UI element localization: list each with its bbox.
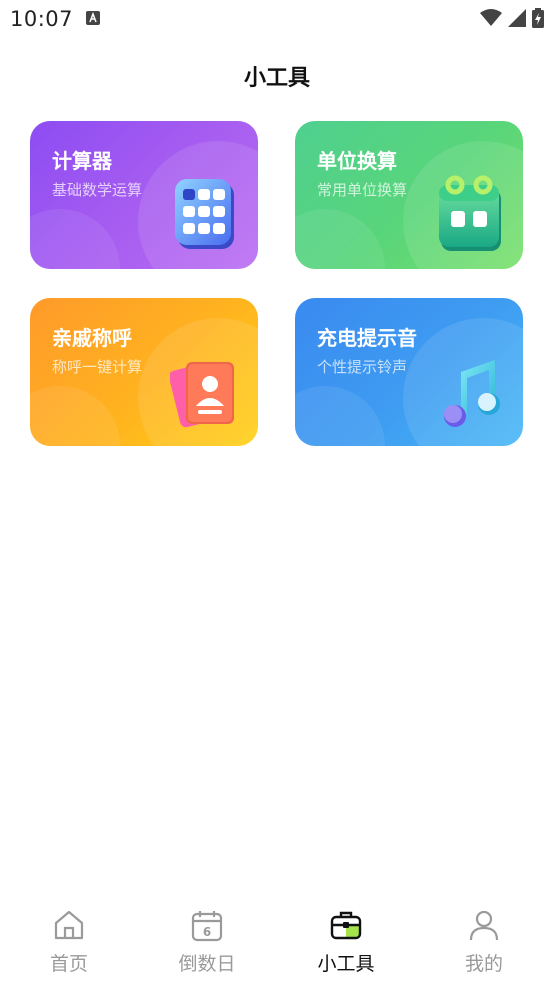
card-decoration [295,209,385,269]
tab-label: 我的 [464,953,503,975]
toolbox-icon [329,908,363,942]
contact-card-icon [168,352,242,432]
notification-a-icon [86,11,100,25]
calendar-icon-day: 6 [203,925,211,939]
tool-card-charging-sound[interactable]: 充电提示音 个性提示铃声 [295,298,523,446]
calendar-icon [435,175,507,255]
tool-card-title: 计算器 [52,149,112,173]
status-icons [480,8,544,32]
tab-countdown[interactable]: 6 倒数日 [138,900,276,986]
tab-label: 倒数日 [178,953,236,975]
calendar-6-icon: 6 [190,908,224,942]
tab-mine[interactable]: 我的 [415,900,553,986]
card-decoration [295,386,385,446]
battery-charging-icon [532,8,544,32]
tool-card-subtitle: 称呼一键计算 [52,358,143,376]
music-note-icon [435,352,507,432]
tab-tools[interactable]: 小工具 [277,900,415,986]
home-icon [52,908,86,942]
tab-label: 首页 [49,953,88,975]
user-icon [467,908,501,942]
signal-icon [508,9,526,31]
tool-card-subtitle: 基础数学运算 [52,181,143,199]
bottom-tab-bar: 首页 6 倒数日 小工具 我的 [0,900,554,986]
card-decoration [30,386,120,446]
tool-card-unit-conversion[interactable]: 单位换算 常用单位换算 [295,121,523,269]
status-time: 10:07 [10,7,74,31]
tool-card-title: 亲戚称呼 [52,326,132,350]
tool-card-calculator[interactable]: 计算器 基础数学运算 [30,121,258,269]
tool-card-subtitle: 常用单位换算 [317,181,408,199]
tab-home[interactable]: 首页 [0,900,138,986]
tool-card-title: 单位换算 [317,149,397,173]
tab-label: 小工具 [317,953,375,975]
tool-card-title: 充电提示音 [317,326,417,350]
calculator-icon [170,175,242,255]
status-bar: 10:07 [0,0,554,38]
tool-card-subtitle: 个性提示铃声 [317,358,408,376]
tool-card-relatives[interactable]: 亲戚称呼 称呼一键计算 [30,298,258,446]
card-decoration [30,209,120,269]
wifi-icon [480,9,502,31]
page-title: 小工具 [243,66,310,91]
